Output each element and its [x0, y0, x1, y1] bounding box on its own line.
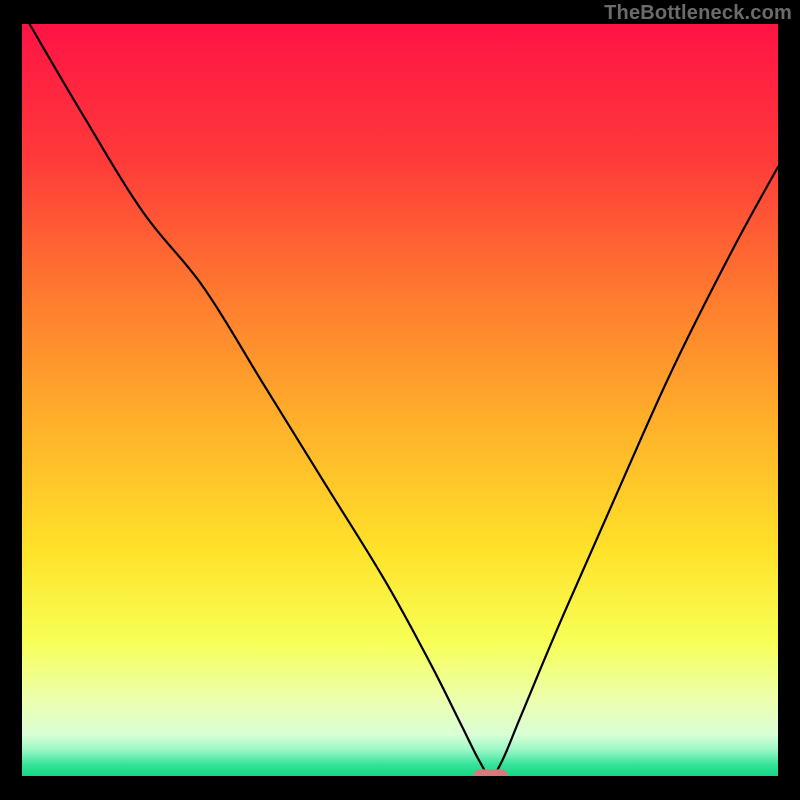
plot-background — [22, 24, 778, 776]
chart-frame: TheBottleneck.com — [0, 0, 800, 800]
bottleneck-chart — [0, 0, 800, 800]
watermark-text: TheBottleneck.com — [604, 2, 792, 25]
